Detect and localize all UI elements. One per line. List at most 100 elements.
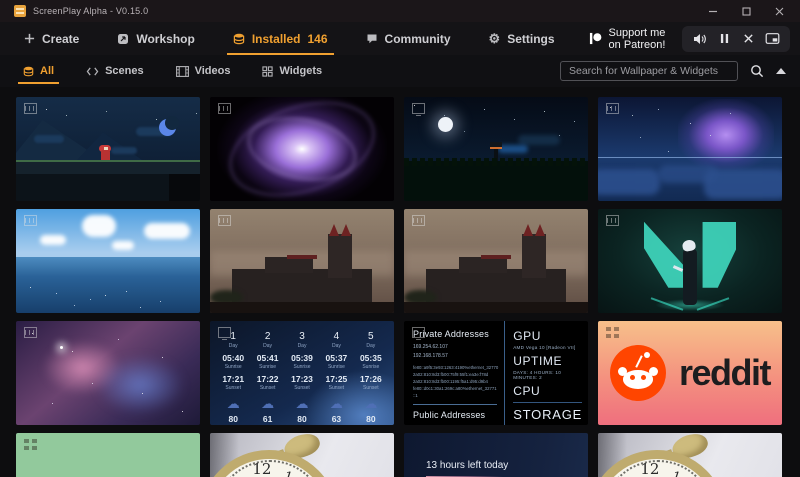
wallpaper-tile-galaxy-sky[interactable] — [598, 97, 782, 201]
sunrise-label: Sunrise — [328, 364, 345, 370]
sunrise-label: Sunrise — [259, 364, 276, 370]
close-wallpaper-button[interactable] — [736, 28, 760, 50]
sunset-time: 17:25 — [326, 374, 348, 384]
filter-bar: All Scenes Videos Widgets — [0, 55, 800, 87]
title-bar: ScreenPlay Alpha - V0.15.0 — [0, 0, 800, 22]
nav-item-community[interactable]: Community — [362, 22, 455, 55]
sunset-label: Sunset — [329, 385, 345, 391]
reddit-logo-icon — [610, 345, 666, 401]
treeline — [404, 158, 588, 166]
close-icon — [743, 33, 754, 44]
public-addresses-heading: Public Addresses — [413, 410, 497, 420]
filter-tab-widgets[interactable]: Widgets — [259, 55, 325, 87]
wallpaper-tile-celeste[interactable] — [16, 97, 200, 201]
weather-code: 61 — [263, 414, 272, 424]
sea — [16, 257, 200, 313]
sunset-time: 17:23 — [291, 374, 313, 384]
cloud — [112, 241, 134, 250]
red-spire — [341, 224, 351, 236]
search-icon[interactable] — [750, 64, 764, 78]
nav-item-installed[interactable]: Installed 146 — [229, 22, 332, 55]
sunset-time: 17:22 — [257, 374, 279, 384]
type-badge-video-icon — [24, 103, 37, 114]
cliff-edge — [169, 174, 200, 201]
wallpaper-tile-nebula[interactable] — [16, 321, 200, 425]
workshop-icon — [117, 33, 129, 45]
wallpaper-tile-valorant[interactable] — [598, 209, 782, 313]
wallpaper-tile-spiral-galaxy[interactable] — [210, 97, 394, 201]
ipv6-address: fe80::d0c1:30a1:269c:a80%ethernet_32771 — [413, 385, 497, 392]
day-number: 3 — [299, 331, 305, 342]
nav-create-label: Create — [42, 32, 79, 46]
moon-shadow — [165, 116, 179, 130]
type-badge-video-icon — [218, 103, 231, 114]
widget-tile-system-info[interactable]: Private Addresses 169.254.62.107 192.168… — [404, 321, 588, 425]
hardware-panel: GPU AMD Vega 10 [Radeon VII] UPTIME DAYS… — [505, 321, 588, 425]
filter-videos-label: Videos — [195, 65, 231, 77]
sunrise-time: 05:41 — [257, 353, 279, 363]
wallpaper-tile-alarm-clock-2[interactable]: 12 1 — [598, 433, 782, 477]
wallpaper-tile-castle[interactable] — [210, 209, 394, 313]
patreon-link[interactable]: Support me on Patreon! — [589, 27, 666, 51]
ip-address: 188.192.23.116 — [413, 424, 497, 425]
day-label: Day — [263, 343, 272, 349]
logo-left — [644, 222, 686, 288]
day-label: Day — [298, 343, 307, 349]
ipv6-address: fe80::a9f5:3e93:1263:4190%ethernet_32770 — [413, 364, 497, 371]
pause-button[interactable] — [712, 28, 736, 50]
widget-tile-weather[interactable]: 1 Day 05:40 Sunrise 17:21 Sunset ☁ 80 We… — [210, 321, 394, 425]
ipv6-address: 2a02:810:8d3:fb00:1195:f5a1:d95:d9b4 — [413, 378, 497, 385]
uptime-heading: UPTIME — [513, 354, 582, 368]
nav-item-workshop[interactable]: Workshop — [113, 22, 198, 55]
wallpaper-tile-night-tower[interactable] — [404, 97, 588, 201]
sunrise-label: Sunrise — [225, 364, 242, 370]
red-spire — [535, 224, 545, 236]
ground — [404, 302, 588, 313]
red-spire — [329, 224, 339, 236]
volume-button[interactable] — [688, 28, 712, 50]
hours-left-text: 13 hours left today — [426, 460, 508, 471]
collapse-panel-icon[interactable] — [776, 68, 786, 74]
type-badge-video-icon — [24, 215, 37, 226]
castle-tower — [328, 234, 352, 278]
widget-tile-counter[interactable] — [16, 433, 200, 477]
weather-day-column: 3 Day 05:39 Sunrise 17:23 Sunset ☁ 80 We… — [285, 331, 319, 419]
clock-numeral-12: 12 — [640, 460, 659, 477]
nav-item-create[interactable]: Create — [20, 22, 83, 55]
filter-tab-all[interactable]: All — [20, 55, 57, 87]
gpu-heading: GPU — [513, 329, 582, 343]
type-badge-widget-icon — [606, 327, 619, 338]
send-to-display-button[interactable] — [760, 28, 784, 50]
wallpaper-tile-castle-2[interactable] — [404, 209, 588, 313]
weather-day-column: 1 Day 05:40 Sunrise 17:21 Sunset ☁ 80 We… — [216, 331, 250, 419]
window-maximize-button[interactable] — [742, 7, 751, 16]
filter-widgets-label: Widgets — [279, 65, 322, 77]
window-close-button[interactable] — [775, 7, 784, 16]
weather-day-column: 2 Day 05:41 Sunrise 17:22 Sunset ☁ 61 We… — [250, 331, 284, 419]
plus-icon — [24, 33, 35, 44]
cloud — [82, 215, 116, 237]
search-input[interactable] — [560, 61, 738, 81]
widget-tile-hours-left[interactable]: 13 hours left today — [404, 433, 588, 477]
wallpaper-tile-alarm-clock[interactable]: 12 1 — [210, 433, 394, 477]
window-minimize-button[interactable] — [708, 6, 718, 16]
window-title: ScreenPlay Alpha - V0.15.0 — [33, 6, 148, 16]
wallpaper-tile-ocean[interactable] — [16, 209, 200, 313]
filter-tab-scenes[interactable]: Scenes — [83, 55, 147, 87]
cloud-icon: ☁ — [227, 397, 240, 410]
wallpaper-control-group — [682, 26, 790, 52]
ipv6-address: 2a02:810:8d3:fb00:75f9:55f1:ea3e:f78d — [413, 371, 497, 378]
patreon-icon — [589, 32, 602, 45]
stack-icon — [23, 66, 34, 77]
gpu-value: AMD Vega 10 [Radeon VII] — [513, 345, 582, 350]
filter-tab-videos[interactable]: Videos — [173, 55, 234, 87]
forest — [404, 161, 588, 201]
code-brackets-icon — [86, 66, 99, 77]
speaker-icon — [693, 33, 707, 45]
weather-forecast: 1 Day 05:40 Sunrise 17:21 Sunset ☁ 80 We… — [210, 321, 394, 425]
widget-tile-reddit[interactable]: reddit — [598, 321, 782, 425]
grid-icon — [262, 66, 273, 77]
gear-icon: ⚙ — [489, 32, 501, 45]
weather-day-column: 5 Day 05:35 Sunrise 17:26 Sunset ☁ 80 We… — [354, 331, 388, 419]
nav-item-settings[interactable]: ⚙ Settings — [485, 22, 559, 55]
